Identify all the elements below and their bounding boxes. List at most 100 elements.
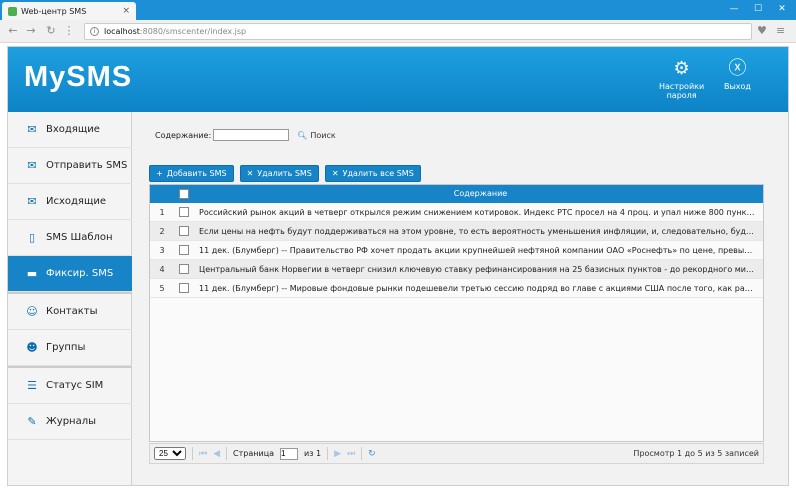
document-icon: ▯ [28, 230, 36, 244]
sidebar-item-contacts[interactable]: ☺ Контакты [8, 294, 132, 330]
delete-sms-button[interactable]: ✕ Удалить SMS [239, 165, 319, 182]
window-close-button[interactable]: ✕ [770, 0, 794, 18]
new-tab-button[interactable]: + [124, 3, 138, 17]
delete-all-sms-label: Удалить все SMS [342, 169, 414, 178]
settings-label-line1: Настройки [659, 82, 705, 91]
delete-sms-label: Удалить SMS [257, 169, 312, 178]
last-page-icon[interactable]: ⏭ [347, 449, 355, 459]
column-header-content[interactable]: Содержание [198, 189, 763, 198]
row-number: 5 [159, 284, 165, 293]
toolbar: + Добавить SMS ✕ Удалить SMS ✕ Удалить в… [149, 165, 421, 182]
page-count-label: из 1 [304, 449, 322, 458]
table-row[interactable]: 5 11 дек. (Блумберг) -- Мировые фондовые… [150, 279, 763, 298]
maximize-button[interactable]: ☐ [746, 0, 770, 18]
sidebar-item-templates[interactable]: ▯ SMS Шаблон [8, 220, 132, 256]
sidebar-item-label: Исходящие [46, 196, 107, 207]
row-content: Центральный банк Норвегии в четверг сниз… [199, 265, 757, 274]
x-icon: ✕ [246, 169, 254, 178]
row-number: 3 [159, 246, 165, 255]
back-arrow-icon[interactable]: ← [6, 24, 20, 38]
browser-tab-bar: Web-центр SMS × + — ☐ ✕ [0, 0, 796, 20]
sidebar-item-sim-status[interactable]: ☰ Статус SIM [8, 368, 132, 404]
logout-label: Выход [724, 82, 751, 91]
minimize-button[interactable]: — [722, 0, 746, 18]
gear-icon: ⚙ [673, 58, 690, 79]
row-number: 4 [159, 265, 165, 274]
app-header: MySMS ⚙ Настройки пароля ⓧ Выход [8, 47, 788, 112]
plus-icon: + [156, 169, 163, 178]
search-label: Содержание: [155, 130, 212, 140]
sidebar-item-outbox[interactable]: ✉ Исходящие [8, 184, 132, 220]
menu-icon[interactable]: ≡ [776, 24, 785, 37]
browser-tab[interactable]: Web-центр SMS × [2, 2, 136, 20]
prev-page-icon[interactable]: ◀ [213, 449, 220, 459]
sidebar-item-label: Входящие [46, 124, 100, 135]
refresh-icon[interactable]: ↻ [368, 449, 376, 459]
url-host: localhost [104, 27, 140, 36]
reload-icon[interactable]: ↻ [44, 24, 58, 38]
tab-title: Web-центр SMS [21, 6, 87, 16]
favicon-icon [8, 6, 17, 16]
add-sms-button[interactable]: + Добавить SMS [149, 165, 234, 182]
sidebar-item-label: Журналы [46, 416, 96, 427]
sidebar-item-label: Группы [46, 342, 86, 353]
row-content: Если цены на нефть будут поддерживаться … [199, 227, 757, 236]
pager-divider [327, 447, 329, 460]
sidebar-item-label: Контакты [46, 306, 98, 317]
edit-icon: ✎ [27, 414, 37, 428]
sidebar-item-label: Отправить SMS [46, 160, 128, 171]
sidebar-item-send[interactable]: ✉ Отправить SMS [8, 148, 132, 184]
search-input[interactable] [213, 129, 290, 141]
pager-divider [361, 447, 363, 460]
sidebar-item-label: Фиксир. SMS [46, 268, 114, 279]
row-checkbox[interactable] [179, 264, 189, 274]
row-number: 1 [159, 208, 165, 217]
page-label: Страница [233, 449, 275, 458]
sidebar-item-inbox[interactable]: ✉ Входящие [8, 112, 132, 148]
forward-arrow-icon[interactable]: → [24, 24, 38, 38]
app-window: MySMS ⚙ Настройки пароля ⓧ Выход ✉ Входя… [7, 46, 789, 486]
url-text: localhost:8080/smscenter/index.jsp [104, 27, 246, 36]
list-icon: ☰ [27, 378, 37, 392]
row-content: Российский рынок акций в четверг открылс… [199, 208, 757, 217]
address-bar[interactable]: i localhost:8080/smscenter/index.jsp [84, 23, 752, 40]
table-row[interactable]: 4 Центральный банк Норвегии в четверг сн… [150, 260, 763, 279]
first-page-icon[interactable]: ⏮ [199, 449, 207, 459]
search-button-label: Поиск [310, 130, 336, 140]
sidebar-item-logs[interactable]: ✎ Журналы [8, 404, 132, 440]
row-content: 11 дек. (Блумберг) -- Правительство РФ х… [199, 246, 757, 255]
row-content: 11 дек. (Блумберг) -- Мировые фондовые р… [199, 284, 757, 293]
users-icon: ☻ [26, 340, 38, 354]
sidebar-item-fixed-sms[interactable]: ▬ Фиксир. SMS [8, 256, 132, 292]
row-checkbox[interactable] [179, 207, 189, 217]
browser-nav-bar: ← → ↻ ⋮ i localhost:8080/smscenter/index… [0, 20, 796, 43]
table-row[interactable]: 1 Российский рынок акций в четверг откры… [150, 203, 763, 222]
pager-divider [192, 447, 193, 460]
sidebar: ✉ Входящие ✉ Отправить SMS ✉ Исходящие ▯… [8, 112, 132, 485]
logout-button[interactable]: ⓧ Выход [724, 58, 751, 92]
select-all-checkbox[interactable] [179, 189, 189, 199]
next-page-icon[interactable]: ▶ [334, 449, 341, 459]
sms-grid: Содержание 1 Российский рынок акций в че… [149, 184, 764, 442]
settings-label-line2: пароля [666, 91, 697, 100]
delete-all-sms-button[interactable]: ✕ Удалить все SMS [324, 165, 421, 182]
apps-grid-icon[interactable]: ⋮ [62, 24, 76, 38]
heart-icon[interactable]: ♥ [757, 24, 767, 37]
main-content: Содержание: 🔍︎ Поиск + Добавить SMS ✕ Уд… [133, 112, 788, 485]
page-size-select[interactable]: 25 [154, 447, 186, 460]
table-row[interactable]: 3 11 дек. (Блумберг) -- Правительство РФ… [150, 241, 763, 260]
pager-info: Просмотр 1 до 5 из 5 записей [633, 449, 759, 458]
user-icon: ☺ [26, 304, 38, 318]
close-circle-icon: ⓧ [728, 58, 747, 79]
add-sms-label: Добавить SMS [166, 169, 227, 178]
row-checkbox[interactable] [179, 283, 189, 293]
url-path: :8080/smscenter/index.jsp [139, 27, 247, 36]
settings-button[interactable]: ⚙ Настройки пароля [659, 58, 705, 101]
table-row[interactable]: 2 Если цены на нефть будут поддерживатьс… [150, 222, 763, 241]
sidebar-item-groups[interactable]: ☻ Группы [8, 330, 132, 366]
row-checkbox[interactable] [179, 245, 189, 255]
search-button[interactable]: 🔍︎ Поиск [297, 131, 336, 140]
row-checkbox[interactable] [179, 226, 189, 236]
page-number-input[interactable] [280, 447, 299, 460]
sidebar-item-label: Статус SIM [46, 380, 104, 391]
